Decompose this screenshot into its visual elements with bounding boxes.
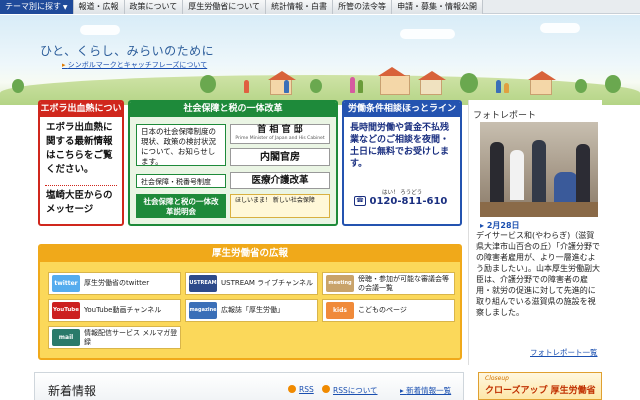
iryo-kaigo-banner[interactable]: 医療介護改革: [230, 172, 330, 189]
person-illustration: [284, 80, 289, 93]
ustream-icon: USTREAM: [189, 275, 217, 292]
youtube-icon: YouTube: [52, 302, 80, 319]
phone-caption: はい！ ろうどう: [382, 190, 423, 196]
phone-icon: ☎: [354, 196, 366, 206]
person-figure: [576, 144, 590, 202]
news-list-link[interactable]: ▸ 新着情報一覧: [400, 385, 451, 396]
person-figure: [490, 142, 504, 202]
house-illustration: [418, 71, 446, 95]
nav-item-press[interactable]: 報道・広報: [73, 0, 125, 14]
person-illustration: [244, 80, 249, 93]
ebola-panel: エボラ出血熱について エボラ出血熱に関する最新情報はこちらをご覧ください。 塩崎…: [38, 100, 124, 226]
top-nav: テーマ別に探す 報道・広報 政策について 厚生労働省について 統計情報・白書 所…: [0, 0, 640, 14]
nav-item-application[interactable]: 申請・募集・情報公開: [392, 0, 484, 14]
person-figure: [532, 140, 546, 202]
kids-page-label: こどものページ: [358, 306, 407, 314]
nav-item-theme[interactable]: テーマ別に探す: [0, 0, 74, 14]
labor-hotline-header[interactable]: 労働条件相談ほっとライン: [344, 102, 460, 117]
setsumeikai-banner[interactable]: 社会保障と税の一体改革説明会: [136, 194, 226, 218]
twitter-icon: twitter: [52, 275, 80, 292]
naikaku-banner[interactable]: 内閣官房: [230, 148, 330, 166]
cloud-illustration: [400, 29, 455, 39]
nav-item-policy[interactable]: 政策について: [124, 0, 184, 14]
cloud-illustration: [540, 23, 580, 33]
kids-social-security-banner[interactable]: ほしいまま！ 新しい社会保障: [230, 194, 330, 218]
tree-illustration: [200, 75, 216, 93]
closeup-banner[interactable]: Closeup クローズアップ 厚生労働省: [478, 372, 602, 400]
kantei-banner[interactable]: 首 相 官 邸 Prime Minister of Japan and His …: [230, 124, 330, 144]
rss-icon: [322, 385, 330, 393]
person-illustration: [350, 77, 355, 93]
person-illustration: [358, 80, 363, 93]
photo-report-title: フォトレポート: [473, 111, 537, 121]
mailmagazine-link[interactable]: mail 情報配信サービス メルマガ登録: [48, 326, 181, 349]
closeup-small: Closeup: [485, 375, 509, 382]
labor-hotline-text[interactable]: 長時間労働や賃金不払残業などのご相談を夜間・土日に無料でお受けします。: [344, 117, 460, 175]
floor: [480, 202, 598, 217]
ustream-label: USTREAM ライブチャンネル: [221, 279, 313, 287]
mynumber-link[interactable]: 社会保障・税番号制度: [136, 174, 226, 188]
photo-report-image[interactable]: [480, 122, 598, 217]
tree-illustration: [575, 79, 587, 93]
youtube-label: YouTube動画チャンネル: [84, 306, 162, 314]
tax-reform-header[interactable]: 社会保障と税の一体改革: [130, 102, 336, 117]
mail-icon: mail: [52, 329, 80, 346]
tax-reform-panel: 社会保障と税の一体改革 日本の社会保障制度の現状、政策の検討状況について、お知ら…: [128, 100, 338, 226]
rss-link[interactable]: RSS: [299, 385, 314, 394]
magazine-icon: magazine: [189, 302, 217, 319]
nav-item-laws[interactable]: 所管の法令等: [333, 0, 393, 14]
kouhoushi-link[interactable]: magazine 広報誌「厚生労働」: [185, 299, 318, 322]
council-meetings-link[interactable]: meeting 傍聴・参加が可能な審議会等の会議一覧: [322, 272, 455, 295]
news-list-text: 新着情報一覧: [406, 386, 452, 395]
council-meetings-label: 傍聴・参加が可能な審議会等の会議一覧: [358, 274, 449, 292]
photo-report-text: デイサービス和(やわらぎ)（滋賀県大津市山百合の丘）「介護分野での障害者雇用が、…: [476, 231, 600, 317]
hero-tagline: ひと、くらし、みらいのために: [40, 44, 215, 58]
kids-page-link[interactable]: kids こどものページ: [322, 299, 455, 322]
symbol-mark-link[interactable]: シンボルマークとキャッチフレーズについて: [62, 60, 207, 70]
rss-about-link[interactable]: RSSについて: [333, 385, 378, 396]
phone-number-text: 0120-811-610: [369, 196, 448, 207]
tree-illustration: [460, 73, 478, 93]
labor-hotline-panel: 労働条件相談ほっとライン 長時間労働や賃金不払残業などのご相談を夜間・土日に無料…: [342, 100, 462, 226]
person-illustration: [496, 80, 501, 93]
cloud-illustration: [80, 25, 120, 35]
ebola-info-link[interactable]: エボラ出血熱に関する最新情報はこちらをご覧ください。: [40, 117, 122, 181]
kouhou-panel: 厚生労働省の広報 twitter 厚生労働省のtwitter USTREAM U…: [38, 244, 462, 360]
tree-illustration: [605, 75, 621, 93]
photo-date-text: 2月28日: [486, 221, 520, 230]
news-title: 新着情報: [48, 384, 97, 398]
person-figure: [510, 150, 524, 200]
house-illustration: [528, 71, 556, 95]
minister-message-link[interactable]: 塩崎大臣からのメッセージ: [40, 189, 122, 217]
kouhou-header: 厚生労働省の広報: [40, 246, 460, 262]
rss-icon: [288, 385, 296, 393]
nav-item-stats[interactable]: 統計情報・白書: [266, 0, 334, 14]
youtube-link[interactable]: YouTube YouTube動画チャンネル: [48, 299, 181, 322]
ustream-link[interactable]: USTREAM USTREAM ライブチャンネル: [185, 272, 318, 295]
nav-item-about[interactable]: 厚生労働省について: [183, 0, 267, 14]
twitter-label: 厚生労働省のtwitter: [84, 279, 150, 287]
person-illustration: [504, 83, 509, 93]
twitter-link[interactable]: twitter 厚生労働省のtwitter: [48, 272, 181, 295]
kouhoushi-label: 広報誌「厚生労働」: [221, 306, 284, 314]
tax-reform-news-link[interactable]: 日本の社会保障制度の現状、政策の検討状況について、お知らせします。: [136, 124, 226, 166]
photo-report-list-link[interactable]: フォトレポート一覧: [530, 347, 598, 358]
tree-illustration: [12, 79, 24, 93]
closeup-label: クローズアップ 厚生労働省: [485, 386, 596, 396]
house-illustration: [378, 67, 410, 95]
person-figure: [554, 172, 578, 202]
mailmagazine-label: 情報配信サービス メルマガ登録: [84, 328, 178, 346]
kids-icon: kids: [326, 302, 354, 319]
ebola-header[interactable]: エボラ出血熱について: [40, 102, 122, 129]
kantei-subtitle: Prime Minister of Japan and His Cabinet: [235, 136, 325, 141]
kantei-title: 首 相 官 邸: [257, 125, 303, 135]
phone-number: ☎ 0120-811-610: [354, 196, 447, 207]
meeting-icon: meeting: [326, 275, 354, 292]
tree-illustration: [310, 79, 322, 93]
